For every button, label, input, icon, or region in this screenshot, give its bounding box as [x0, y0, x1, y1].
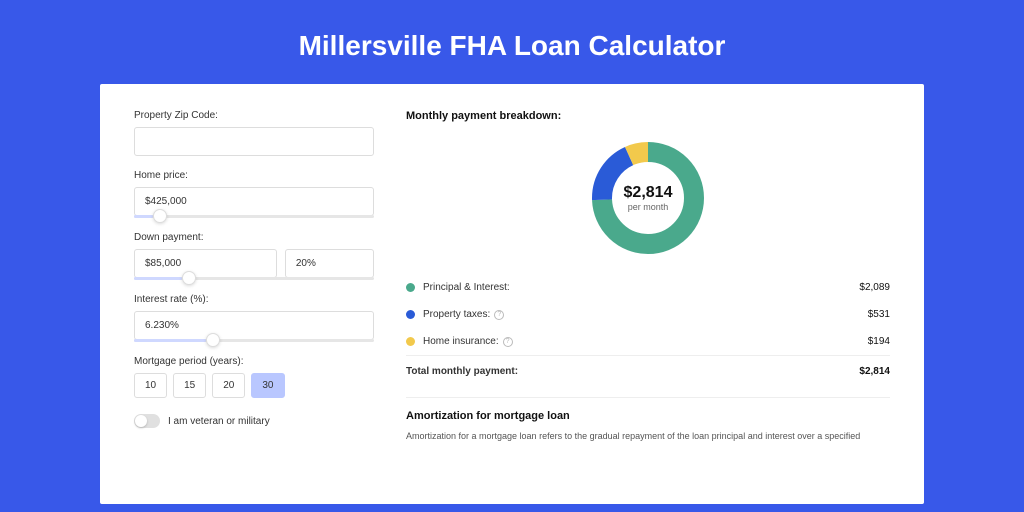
donut-chart: $2,814 per month: [588, 138, 708, 258]
down-payment-field: Down payment:: [134, 232, 374, 280]
period-30[interactable]: 30: [251, 373, 284, 398]
zip-field: Property Zip Code:: [134, 110, 374, 156]
info-icon[interactable]: ?: [494, 310, 504, 320]
interest-input[interactable]: [134, 311, 374, 340]
period-15[interactable]: 15: [173, 373, 206, 398]
legend-label: Property taxes: ?: [423, 309, 868, 320]
form-panel: Property Zip Code: Home price: Down paym…: [134, 110, 374, 478]
legend-insurance: Home insurance: ? $194: [406, 328, 890, 355]
interest-slider[interactable]: [134, 339, 374, 342]
divider: [406, 397, 890, 398]
period-field: Mortgage period (years): 10 15 20 30: [134, 356, 374, 398]
down-payment-pct-input[interactable]: [285, 249, 374, 278]
down-payment-input[interactable]: [134, 249, 277, 278]
legend-label: Principal & Interest:: [423, 282, 859, 293]
veteran-row: I am veteran or military: [134, 414, 374, 428]
interest-field: Interest rate (%):: [134, 294, 374, 342]
period-buttons: 10 15 20 30: [134, 373, 374, 398]
info-icon[interactable]: ?: [503, 337, 513, 347]
donut-chart-wrap: $2,814 per month: [406, 132, 890, 274]
donut-sub: per month: [624, 202, 673, 212]
legend-taxes: Property taxes: ? $531: [406, 301, 890, 328]
legend-value: $531: [868, 309, 890, 320]
zip-input[interactable]: [134, 127, 374, 156]
amortization-title: Amortization for mortgage loan: [406, 410, 890, 422]
dot-icon: [406, 337, 415, 346]
interest-label: Interest rate (%):: [134, 294, 374, 305]
period-10[interactable]: 10: [134, 373, 167, 398]
period-label: Mortgage period (years):: [134, 356, 374, 367]
legend-text: Home insurance:: [423, 336, 499, 347]
calculator-card: Property Zip Code: Home price: Down paym…: [100, 84, 924, 504]
home-price-input[interactable]: [134, 187, 374, 216]
donut-center: $2,814 per month: [624, 184, 673, 212]
period-20[interactable]: 20: [212, 373, 245, 398]
legend-value: $194: [868, 336, 890, 347]
total-value: $2,814: [859, 366, 890, 377]
legend-text: Property taxes:: [423, 309, 490, 320]
slider-thumb[interactable]: [153, 209, 167, 223]
breakdown-panel: Monthly payment breakdown: $2,814 per mo…: [406, 110, 890, 478]
legend-principal: Principal & Interest: $2,089: [406, 274, 890, 301]
total-label: Total monthly payment:: [406, 366, 859, 377]
slider-thumb[interactable]: [182, 271, 196, 285]
page-title: Millersville FHA Loan Calculator: [0, 0, 1024, 84]
down-payment-label: Down payment:: [134, 232, 374, 243]
home-price-field: Home price:: [134, 170, 374, 218]
legend-value: $2,089: [859, 282, 890, 293]
dot-icon: [406, 283, 415, 292]
breakdown-title: Monthly payment breakdown:: [406, 110, 890, 122]
legend-total: Total monthly payment: $2,814: [406, 355, 890, 385]
amortization-text: Amortization for a mortgage loan refers …: [406, 430, 890, 444]
dot-icon: [406, 310, 415, 319]
home-price-label: Home price:: [134, 170, 374, 181]
home-price-slider[interactable]: [134, 215, 374, 218]
veteran-toggle[interactable]: [134, 414, 160, 428]
down-payment-slider[interactable]: [134, 277, 374, 280]
zip-label: Property Zip Code:: [134, 110, 374, 121]
slider-thumb[interactable]: [206, 333, 220, 347]
donut-amount: $2,814: [624, 184, 673, 202]
legend-label: Home insurance: ?: [423, 336, 868, 347]
veteran-label: I am veteran or military: [168, 416, 270, 427]
